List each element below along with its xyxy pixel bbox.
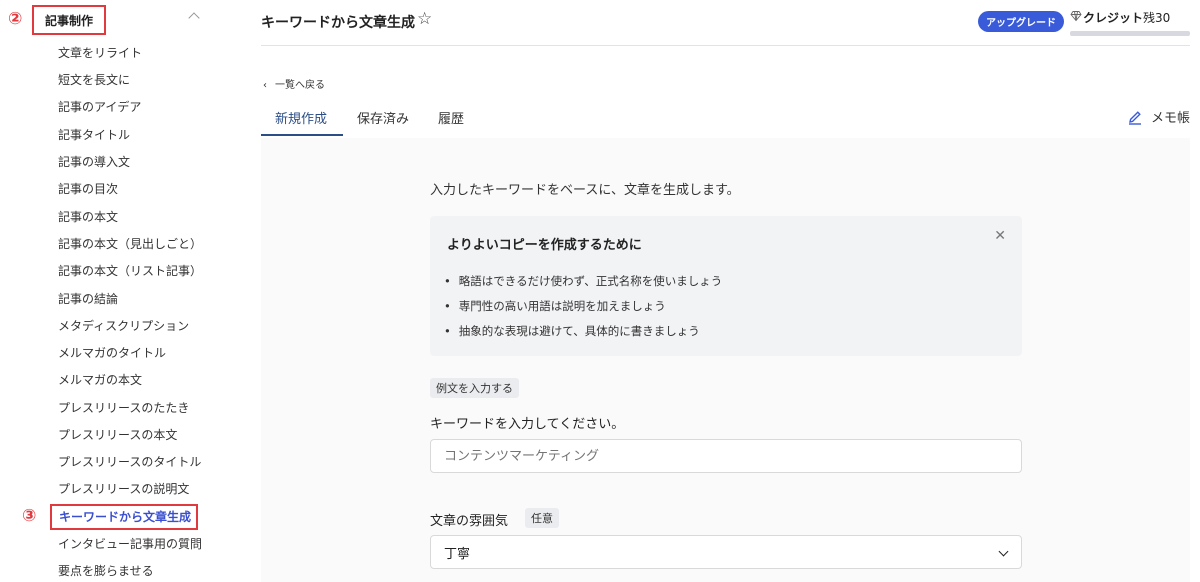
sidebar-item[interactable]: 要点を膨らませる — [58, 563, 154, 579]
credit-bar — [1070, 31, 1190, 36]
sidebar-item[interactable]: プレスリリースの説明文 — [58, 481, 189, 497]
main-panel — [261, 138, 1190, 582]
mood-label: 文章の雰囲気 — [430, 514, 509, 529]
sidebar-item[interactable]: インタビュー記事用の質問 — [58, 536, 202, 552]
credit-label: クレジット — [1083, 11, 1144, 25]
chevron-up-icon[interactable] — [188, 12, 200, 24]
sidebar-item[interactable]: 記事の導入文 — [58, 154, 130, 170]
tip-title: よりよいコピーを作成するために — [447, 238, 642, 253]
back-link[interactable]: ‹ 一覧へ戻る — [263, 76, 325, 91]
diamond-icon — [1070, 11, 1082, 22]
sidebar-item[interactable]: プレスリリースのたたき — [58, 400, 189, 416]
keyword-label: キーワードを入力してください。 — [430, 417, 625, 432]
sidebar-item[interactable]: 記事の目次 — [58, 181, 118, 197]
sidebar: ② 記事制作 文章をリライト 短文を長文に 記事のアイデア 記事タイトル 記事の… — [0, 0, 240, 582]
annotation-marker-2: ② — [8, 9, 23, 29]
mood-select[interactable]: 丁寧 — [430, 535, 1022, 569]
top-bar: キーワードから文章生成 ☆ アップグレード クレジット残30 — [261, 0, 1190, 46]
sidebar-item[interactable]: メルマガのタイトル — [58, 345, 166, 361]
annotation-marker-3: ③ — [22, 506, 37, 526]
tab-new[interactable]: 新規作成 — [275, 108, 327, 127]
sidebar-item[interactable]: 記事タイトル — [58, 127, 130, 143]
chevron-down-icon — [998, 546, 1009, 557]
tip-box: よりよいコピーを作成するために ✕ 略語はできるだけ使わず、正式名称を使いましょ… — [430, 216, 1022, 356]
mood-selected-value: 丁寧 — [444, 546, 471, 562]
close-icon[interactable]: ✕ — [994, 228, 1006, 244]
tab-bar: 新規作成 保存済み 履歴 メモ帳 — [261, 100, 1190, 137]
sidebar-item[interactable]: プレスリリースのタイトル — [58, 454, 201, 470]
chevron-left-icon: ‹ — [263, 80, 267, 91]
sidebar-item[interactable]: 記事の本文 — [58, 209, 118, 225]
memo-label: メモ帳 — [1150, 111, 1190, 126]
upgrade-button[interactable]: アップグレード — [978, 11, 1064, 32]
page-description: 入力したキーワードをベースに、文章を生成します。 — [430, 183, 740, 198]
sidebar-item[interactable]: 短文を長文に — [58, 72, 130, 88]
credit-status: クレジット残30 — [1083, 9, 1170, 26]
sidebar-item[interactable]: 記事のアイデア — [58, 99, 141, 115]
sidebar-item[interactable]: メタディスクリプション — [58, 318, 189, 334]
sidebar-item[interactable]: 記事の本文（リスト記事） — [58, 263, 202, 279]
tip-item: 専門性の高い用語は説明を加えましょう — [444, 298, 722, 323]
page-title: キーワードから文章生成 — [261, 15, 415, 31]
star-icon[interactable]: ☆ — [417, 9, 432, 29]
tab-saved[interactable]: 保存済み — [357, 108, 409, 127]
tab-active-indicator — [261, 134, 343, 136]
pencil-icon — [1128, 110, 1141, 125]
credit-remaining: 残30 — [1143, 11, 1171, 25]
tip-list: 略語はできるだけ使わず、正式名称を使いましょう 専門性の高い用語は説明を加えまし… — [444, 273, 722, 348]
tip-item: 略語はできるだけ使わず、正式名称を使いましょう — [444, 273, 722, 298]
sidebar-item[interactable]: プレスリリースの本文 — [58, 427, 177, 443]
sidebar-item[interactable]: メルマガの本文 — [58, 372, 142, 388]
back-label: 一覧へ戻る — [275, 80, 325, 91]
optional-badge: 任意 — [525, 508, 559, 528]
sidebar-section-article[interactable]: 記事制作 — [32, 5, 106, 35]
sidebar-item-active[interactable]: キーワードから文章生成 — [50, 504, 198, 530]
tip-item: 抽象的な表現は避けて、具体的に書きましょう — [444, 323, 722, 348]
keyword-input[interactable] — [430, 439, 1022, 473]
sidebar-item[interactable]: 文章をリライト — [58, 45, 142, 61]
tab-history[interactable]: 履歴 — [438, 108, 464, 127]
example-input-button[interactable]: 例文を入力する — [430, 378, 519, 398]
sidebar-item[interactable]: 記事の結論 — [58, 291, 118, 307]
sidebar-item[interactable]: 記事の本文（見出しごと） — [58, 236, 202, 252]
memo-button[interactable]: メモ帳 — [1127, 107, 1190, 126]
